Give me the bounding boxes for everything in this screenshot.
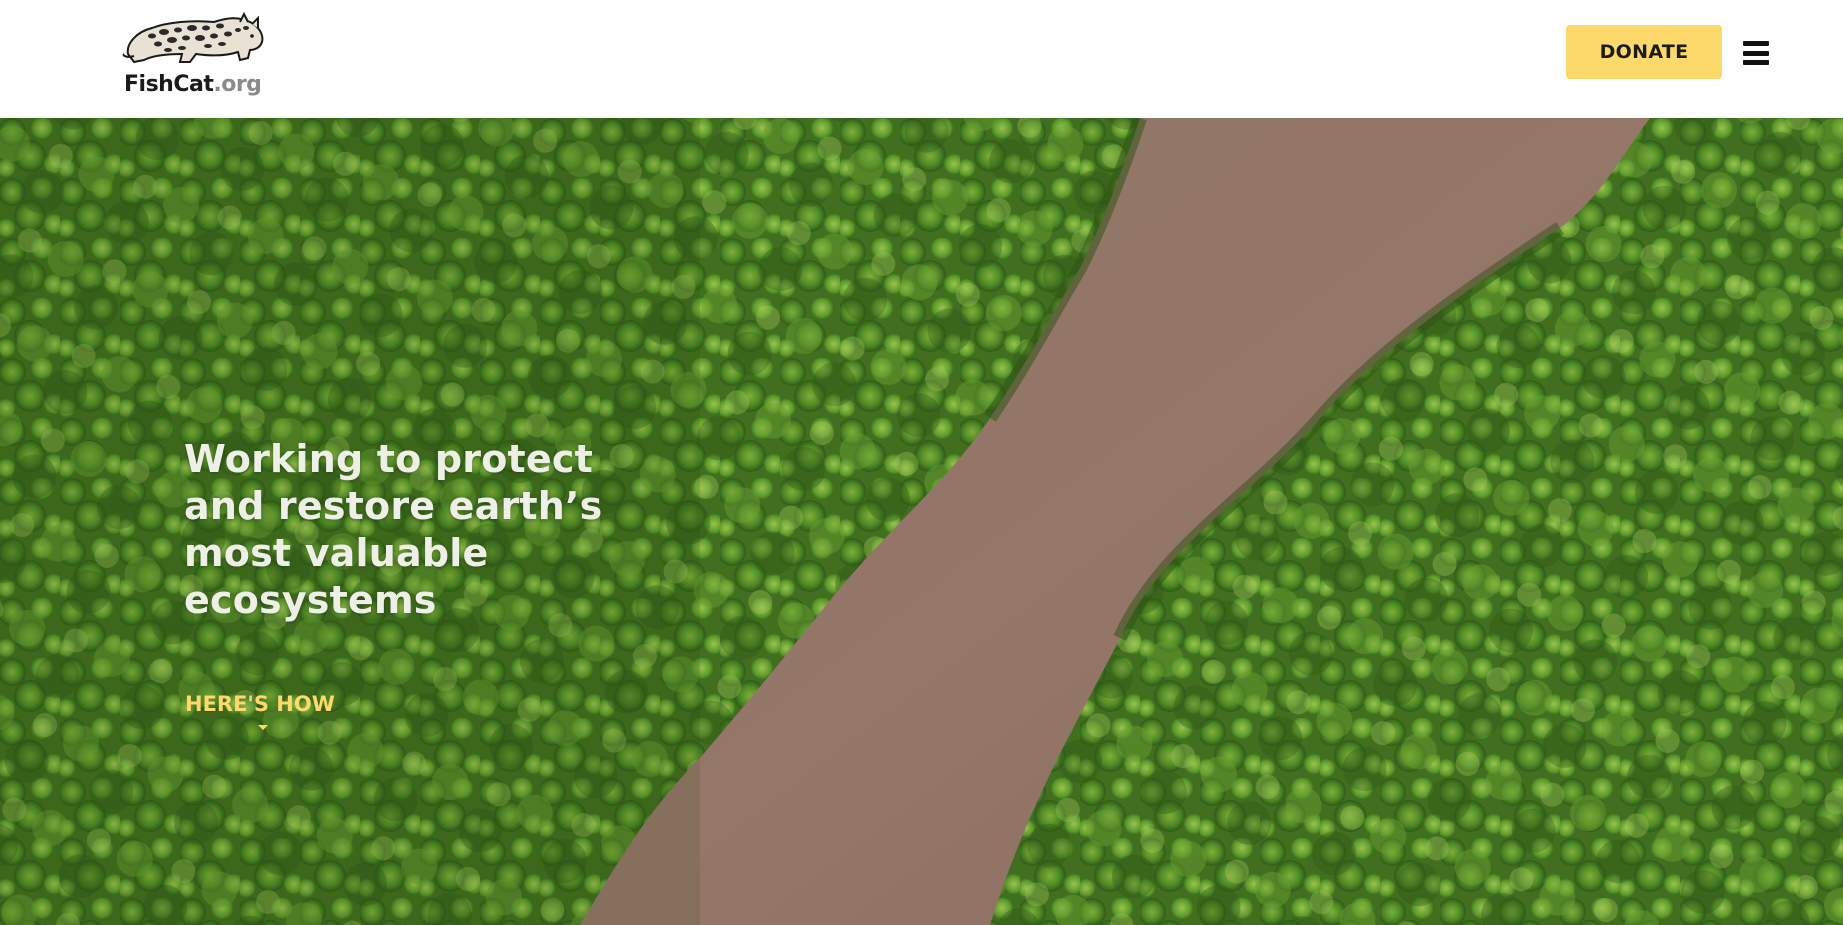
logo-suffix: .org <box>213 72 262 97</box>
fishcat-logo[interactable]: FishCat.org <box>122 10 272 98</box>
caret-down-icon[interactable] <box>258 725 268 730</box>
heres-how-link[interactable]: HERE'S HOW <box>185 692 335 716</box>
site-header: FishCat.org DONATE <box>0 0 1843 118</box>
hamburger-menu-icon[interactable] <box>1741 38 1771 68</box>
hero-headline: Working to protect and restore earth’s m… <box>184 437 603 622</box>
logo-wordmark: FishCat.org <box>124 72 262 97</box>
hero-section: Working to protect and restore earth’s m… <box>0 118 1843 925</box>
fishing-cat-logo-icon <box>122 11 264 64</box>
menu-bar <box>1743 50 1769 56</box>
menu-bar <box>1743 41 1769 46</box>
logo-name: FishCat <box>124 72 214 97</box>
donate-button[interactable]: DONATE <box>1566 25 1722 79</box>
menu-bar <box>1743 60 1769 65</box>
